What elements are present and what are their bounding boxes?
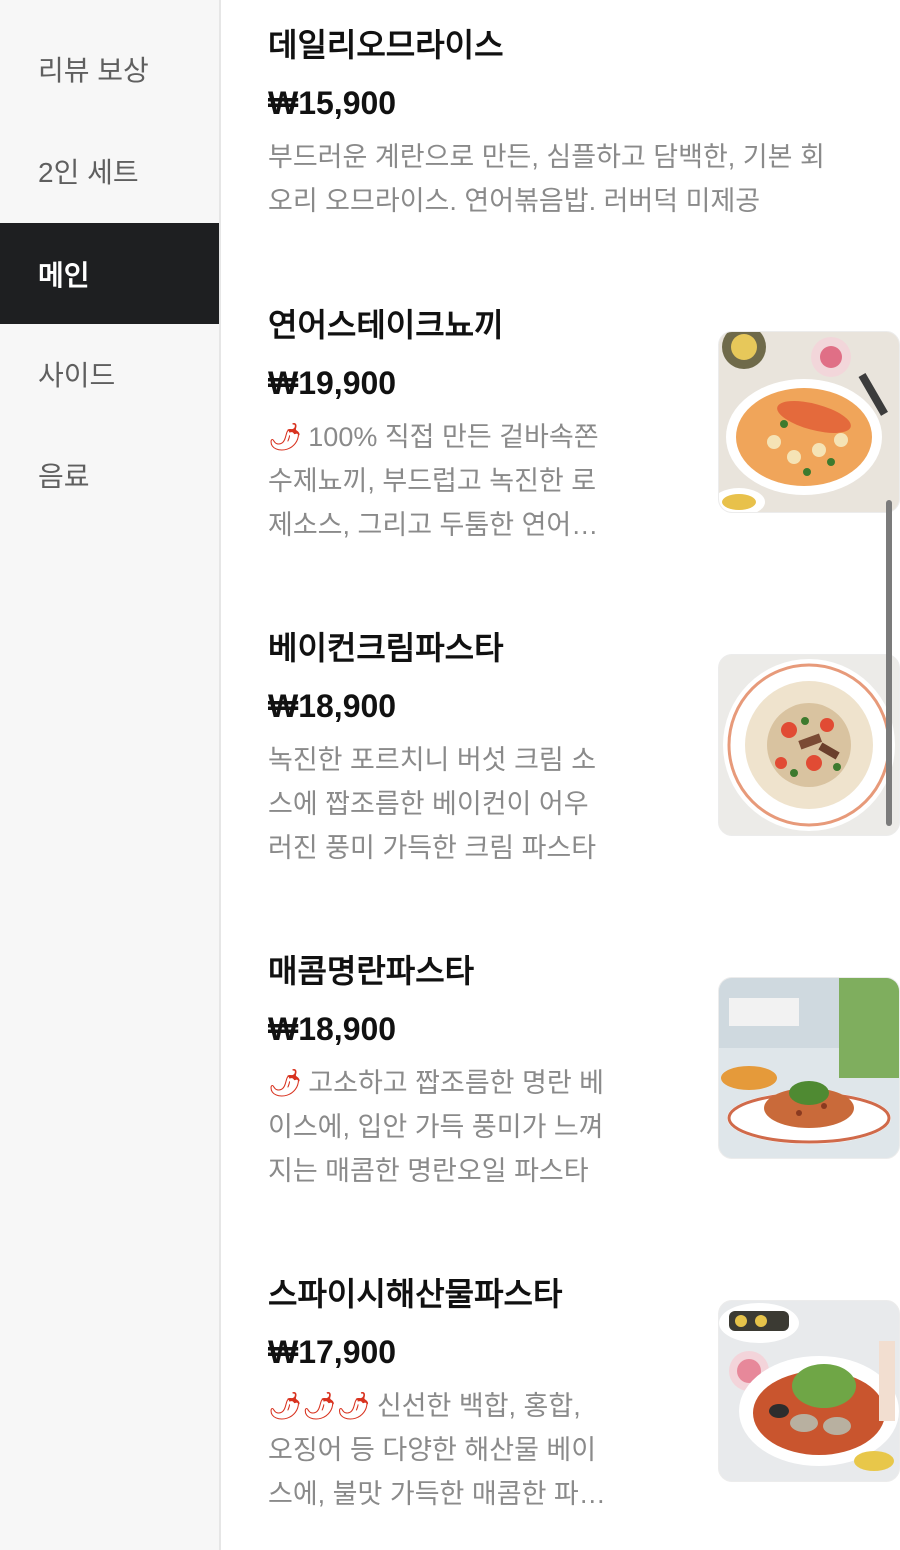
- menu-item-photo[interactable]: [718, 331, 900, 513]
- category-label: 2인 세트: [38, 156, 139, 188]
- menu-item-name: 데일리오므라이스: [268, 27, 504, 63]
- menu-item-photo[interactable]: [718, 1300, 900, 1482]
- menu-item-spicy-myeongran-pasta[interactable]: 매콤명란파스타 ₩18,900 🌶 고소하고 짭조름한 명란 베이스에, 입안 가…: [268, 951, 900, 1193]
- category-label: 음료: [38, 460, 90, 492]
- menu-item-description: 녹진한 포르치니 버섯 크림 소스에 짭조름한 베이컨이 어우러진 풍미 가득한…: [268, 745, 597, 863]
- menu-item-description: 고소하고 짭조름한 명란 베이스에, 입안 가득 풍미가 느껴지는 매콤한 명란…: [268, 1068, 605, 1186]
- category-main[interactable]: 메인: [0, 223, 219, 324]
- salmon-gnocchi-image: [719, 332, 899, 512]
- menu-item-photo[interactable]: [718, 977, 900, 1159]
- seafood-pasta-image: [719, 1301, 899, 1481]
- menu-item-photo[interactable]: [718, 654, 900, 836]
- category-label: 사이드: [38, 359, 116, 391]
- menu-item-spicy-seafood-pasta[interactable]: 스파이시해산물파스타 ₩17,900 🌶🌶🌶 신선한 백합, 홍합, 오징어 등 …: [268, 1274, 900, 1516]
- category-drinks[interactable]: 음료: [0, 424, 219, 525]
- menu-item-bacon-cream-pasta[interactable]: 베이컨크림파스타 ₩18,900 녹진한 포르치니 버섯 크림 소스에 짭조름한…: [268, 628, 900, 870]
- chili-pepper-icon: 🌶: [268, 1068, 303, 1098]
- menu-item-description: 100% 직접 만든 겉바속쫀 수제뇨끼, 부드럽고 녹진한 로제소스, 그리고…: [268, 422, 599, 540]
- menu-item-description: 부드러운 계란으로 만든, 심플하고 담백한, 기본 회오리 오므라이스. 연어…: [268, 142, 825, 216]
- category-review-reward[interactable]: 리뷰 보상: [0, 18, 219, 119]
- myeongran-pasta-image: [719, 978, 899, 1158]
- menu-item-price: ₩15,900: [268, 85, 397, 121]
- category-label: 리뷰 보상: [38, 54, 149, 86]
- menu-item-description-block: 🌶🌶🌶 신선한 백합, 홍합, 오징어 등 다양한 해산물 베이스에, 불맛 가득…: [268, 1384, 613, 1516]
- chili-pepper-icon: 🌶: [268, 422, 303, 452]
- bacon-cream-pasta-image: [719, 655, 899, 835]
- menu-item-description-block: 🌶 100% 직접 만든 겉바속쫀 수제뇨끼, 부드럽고 녹진한 로제소스, 그리…: [268, 415, 613, 547]
- menu-list: 데일리오므라이스 ₩15,900 부드러운 계란으로 만든, 심플하고 담백한,…: [221, 0, 900, 1550]
- scrollbar-thumb[interactable]: [886, 500, 892, 826]
- menu-item-salmon-gnocchi[interactable]: 연어스테이크뇨끼 ₩19,900 🌶 100% 직접 만든 겉바속쫀 수제뇨끼, …: [268, 305, 900, 547]
- category-sidebar: 리뷰 보상 2인 세트 메인 사이드 음료: [0, 0, 221, 1550]
- menu-item-omurice[interactable]: 데일리오므라이스 ₩15,900 부드러운 계란으로 만든, 심플하고 담백한,…: [268, 25, 878, 223]
- category-side[interactable]: 사이드: [0, 323, 219, 424]
- chili-pepper-icon: 🌶🌶🌶: [268, 1391, 371, 1421]
- category-set-for-two[interactable]: 2인 세트: [0, 120, 219, 221]
- category-label: 메인: [38, 259, 90, 291]
- menu-item-description-block: 🌶 고소하고 짭조름한 명란 베이스에, 입안 가득 풍미가 느껴지는 매콤한 명…: [268, 1061, 613, 1193]
